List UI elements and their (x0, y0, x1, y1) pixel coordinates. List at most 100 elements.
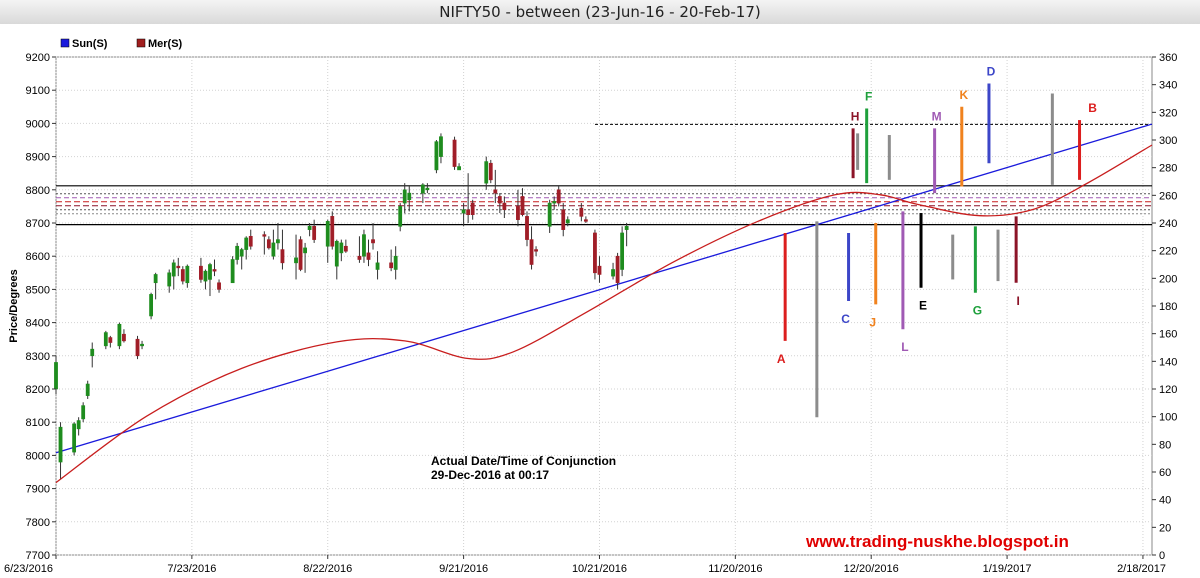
y-left-tick-label: 8400 (26, 318, 50, 330)
y-left-tick-label: 7700 (26, 550, 50, 562)
candle-body (76, 420, 81, 430)
candle-body (534, 249, 538, 252)
y-left-tick-label: 7900 (26, 484, 50, 496)
candle-body (547, 202, 552, 227)
candle-body (366, 252, 371, 260)
y-right-tick-label: 60 (1159, 467, 1171, 479)
candle-body (330, 216, 335, 247)
marker-label-H: H (851, 109, 860, 123)
x-tick-label: 9/21/2016 (439, 563, 488, 575)
window-title: NIFTY50 - between (23-Jun-16 - 20-Feb-17… (0, 0, 1200, 25)
y-left-tick-label: 8900 (26, 152, 50, 164)
y-right-tick-label: 120 (1159, 384, 1177, 396)
y-right-tick-label: 220 (1159, 246, 1177, 258)
candle-body (461, 209, 466, 214)
candle-body (520, 196, 525, 216)
y-right-tick-label: 320 (1159, 107, 1177, 119)
y-right-tick-label: 260 (1159, 190, 1177, 202)
y-right-tick-label: 200 (1159, 273, 1177, 285)
candle-body (85, 383, 90, 396)
y-left-tick-label: 8000 (26, 450, 50, 462)
candle-body (624, 226, 629, 230)
candle-body (325, 221, 330, 247)
y-axis-label: Price/Degrees (8, 269, 20, 342)
candle-body (597, 265, 602, 275)
candle-body (425, 187, 430, 191)
marker-label-F: F (865, 89, 872, 103)
candle-body (303, 247, 307, 254)
marker-label-C: C (841, 312, 850, 326)
y-right-tick-label: 180 (1159, 301, 1177, 313)
candle-body (357, 255, 362, 260)
candle-body (484, 161, 489, 184)
candle-body (235, 245, 240, 260)
candle-body (108, 337, 113, 343)
candle-body (122, 333, 126, 342)
marker-label-E: E (919, 299, 927, 313)
candle-body (493, 189, 498, 194)
candle-body (389, 262, 394, 269)
x-tick-label: 10/21/2016 (572, 563, 627, 575)
candle-body (294, 257, 298, 264)
y-right-tick-label: 360 (1159, 52, 1177, 64)
candle-body (615, 255, 620, 284)
candle-body (176, 265, 181, 269)
candle-body (488, 162, 493, 181)
candle-body (497, 196, 502, 204)
candle-body (271, 242, 276, 257)
y-left-tick-label: 9000 (26, 118, 50, 130)
candle-body (153, 274, 158, 284)
candle-body (262, 234, 267, 237)
candle-body (529, 239, 534, 265)
candle-body (516, 206, 520, 220)
candle-body (135, 338, 140, 357)
x-tick-label: 11/20/2016 (708, 563, 762, 575)
candle-body (307, 226, 312, 230)
legend-swatch-mercury (136, 38, 146, 48)
candle-body (230, 259, 235, 284)
y-right-tick-label: 160 (1159, 329, 1177, 341)
candle-body (248, 235, 253, 247)
candle-body (466, 209, 471, 216)
candle-body (593, 232, 597, 274)
candle-body (457, 166, 461, 171)
candle-body (180, 269, 185, 282)
candle-body (334, 240, 339, 267)
y-right-tick-label: 340 (1159, 80, 1177, 92)
candle-body (339, 242, 344, 254)
candle-body (149, 294, 154, 317)
candle-body (611, 269, 615, 277)
candle-body (556, 189, 561, 204)
y-right-tick-label: 240 (1159, 218, 1177, 230)
candle-body (81, 405, 86, 420)
annotation-line-1: Actual Date/Time of Conjunction (431, 454, 616, 468)
marker-label-I: I (1016, 294, 1019, 308)
candle-body (552, 201, 557, 204)
y-right-tick-label: 300 (1159, 135, 1177, 147)
candle-body (212, 269, 217, 272)
candle-body (117, 323, 122, 347)
candle-body (579, 207, 584, 217)
y-right-tick-label: 40 (1159, 495, 1171, 507)
y-left-tick-label: 8200 (26, 384, 50, 396)
candle-body (266, 239, 271, 249)
candle-body (434, 141, 439, 171)
y-right-tick-label: 140 (1159, 356, 1177, 368)
candle-body (54, 362, 58, 390)
candle-body (398, 206, 403, 227)
legend-label-mercury: Mer(S) (148, 38, 183, 50)
candle-body (375, 262, 380, 270)
marker-label-A: A (777, 352, 786, 366)
y-left-tick-label: 8700 (26, 218, 50, 230)
candle-body (244, 237, 249, 250)
candle-body (171, 262, 176, 277)
y-right-tick-label: 280 (1159, 163, 1177, 175)
y-left-tick-label: 8800 (26, 185, 50, 197)
candle-body (502, 202, 507, 211)
x-tick-label: 7/23/2016 (167, 563, 216, 575)
candle-body (185, 265, 190, 284)
candle-body (312, 226, 317, 240)
x-tick-label: 6/23/2016 (4, 563, 53, 575)
marker-label-B: B (1088, 101, 1097, 115)
candle-body (298, 239, 303, 270)
